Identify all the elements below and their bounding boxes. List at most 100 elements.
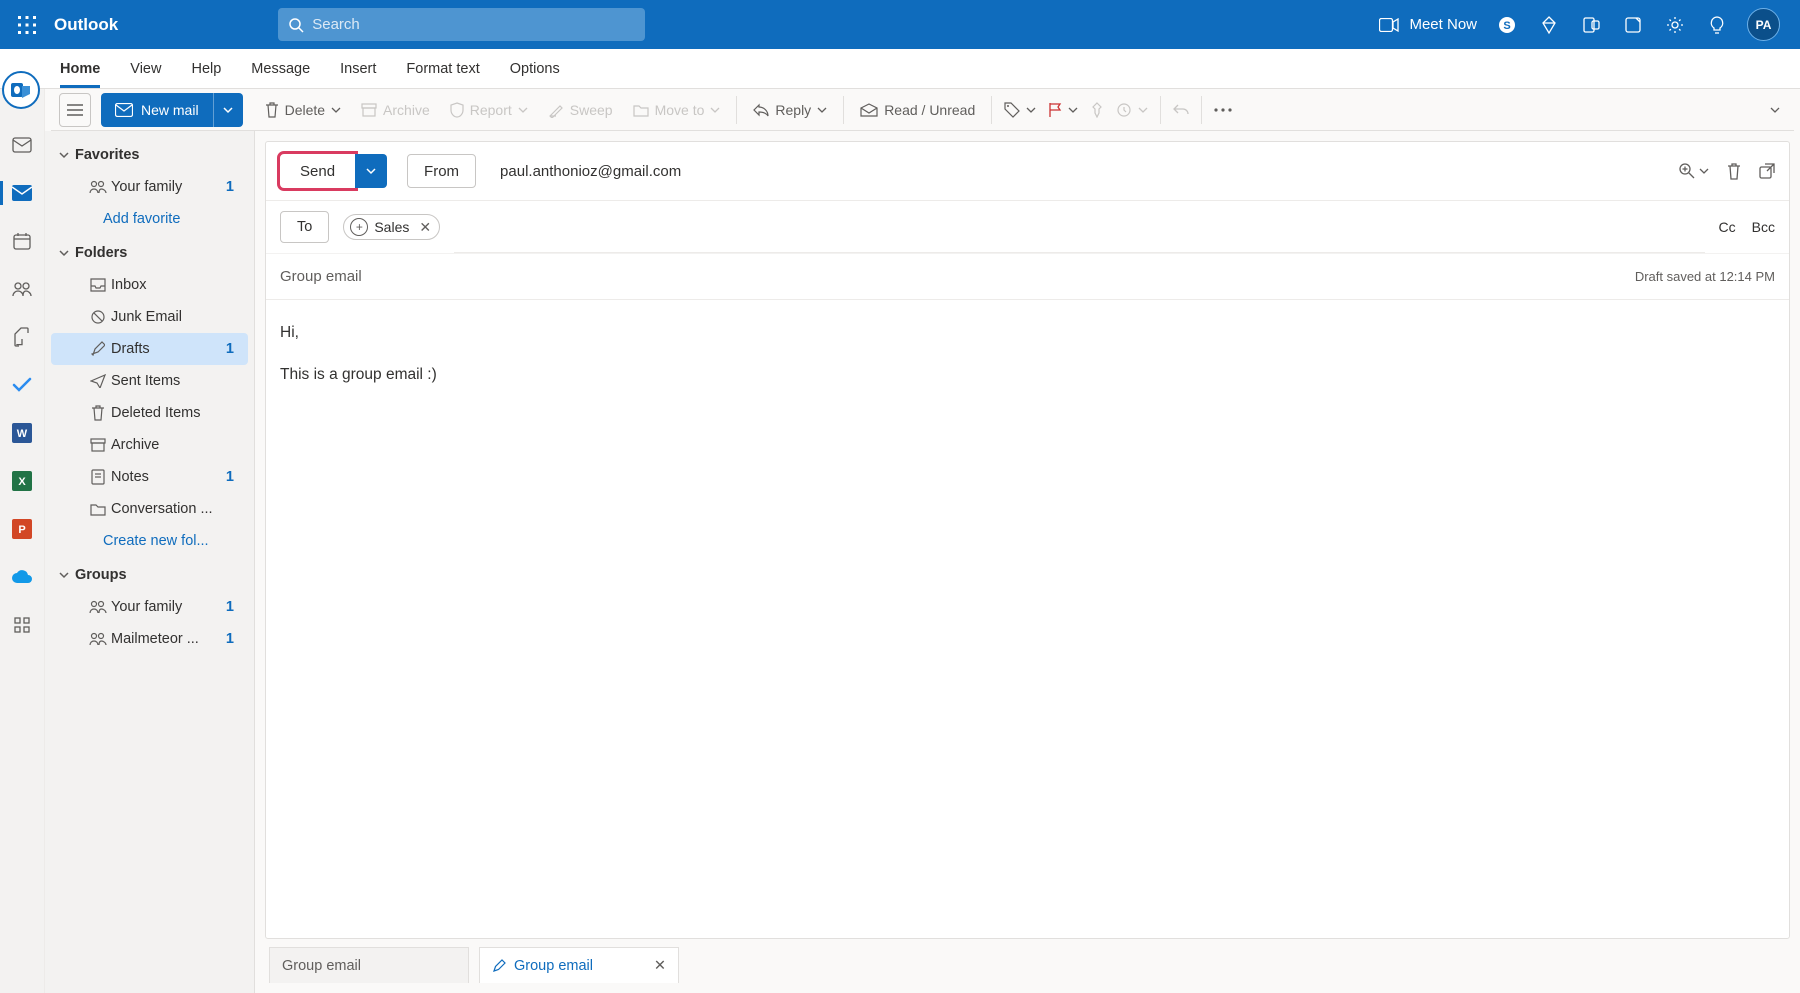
folder-archive[interactable]: Archive [51,429,248,461]
folders-header[interactable]: Folders [45,235,254,269]
content-column: New mail Delete Archive Report [45,89,1800,993]
recipient-chip-sales[interactable]: + Sales ✕ [343,214,440,240]
read-unread-button[interactable]: Read / Unread [850,96,985,124]
delete-button[interactable]: Delete [255,96,351,124]
send-button[interactable]: Send [280,154,355,188]
bottom-tab-2[interactable]: Group email ✕ [479,947,679,983]
send-dropdown[interactable] [355,154,387,188]
notes-icon [89,469,107,485]
expand-group-icon[interactable]: + [350,218,368,236]
tab-home[interactable]: Home [60,51,100,87]
cc-link[interactable]: Cc [1719,219,1736,235]
premium-icon[interactable] [1537,13,1561,37]
collapse-ribbon-icon[interactable] [1770,105,1780,115]
tab-view[interactable]: View [130,51,161,87]
app-launcher-icon[interactable] [10,8,44,42]
tips-icon[interactable] [1705,13,1729,37]
meet-now-button[interactable]: Meet Now [1379,16,1477,33]
drafts-icon [89,341,107,357]
tab-format-text[interactable]: Format text [406,51,479,87]
more-button[interactable] [1208,102,1238,118]
rail-excel-icon[interactable]: X [0,461,45,501]
tab-help[interactable]: Help [191,51,221,87]
favorites-header[interactable]: Favorites [45,137,254,171]
tab-insert[interactable]: Insert [340,51,376,87]
sweep-icon [548,102,564,118]
folder-conversation[interactable]: Conversation ... [51,493,248,525]
report-button[interactable]: Report [440,96,538,124]
rail-files-icon[interactable] [0,317,45,357]
bottom-tab-1[interactable]: Group email [269,947,469,983]
popout-button[interactable] [1759,163,1775,179]
new-mail-button[interactable]: New mail [101,93,213,127]
draft-saved-label: Draft saved at 12:14 PM [1635,269,1775,284]
avatar[interactable]: PA [1747,8,1780,41]
rail-people-icon[interactable] [0,269,45,309]
favorite-item-your-family[interactable]: Your family 1 [51,171,248,203]
discard-button[interactable] [1727,163,1741,180]
undo-button[interactable] [1167,97,1195,123]
settings-icon[interactable] [1663,13,1687,37]
tag-icon [1004,102,1020,118]
chevron-down-icon [1026,105,1036,115]
folder-notes[interactable]: Notes 1 [51,461,248,493]
tab-options[interactable]: Options [510,51,560,87]
brand-label: Outlook [54,15,118,35]
tab-message[interactable]: Message [251,51,310,87]
move-to-button[interactable]: Move to [623,96,731,124]
archive-button[interactable]: Archive [351,96,440,124]
create-new-folder-link[interactable]: Create new fol... [45,525,254,557]
search-input[interactable] [312,16,635,33]
tag-button[interactable] [998,96,1042,124]
hamburger-button[interactable] [59,93,91,127]
left-rail: W X P [0,89,45,993]
to-button[interactable]: To [280,211,329,243]
svg-text:W: W [17,428,28,440]
search-icon [288,17,304,33]
notes-icon[interactable] [1621,13,1645,37]
body-line-1: Hi, [280,320,1775,346]
main-area: W X P New mail [0,89,1800,993]
reply-button[interactable]: Reply [743,96,837,124]
cc-bcc-links: Cc Bcc [1719,219,1775,235]
rail-calendar-icon[interactable] [0,221,45,261]
sweep-button[interactable]: Sweep [538,96,623,124]
compose-header-actions [1678,162,1775,180]
group-mailmeteor[interactable]: Mailmeteor ... 1 [51,623,248,655]
bcc-link[interactable]: Bcc [1752,219,1775,235]
folder-drafts[interactable]: Drafts 1 [51,333,248,365]
zoom-button[interactable] [1678,162,1709,180]
from-button[interactable]: From [407,154,476,188]
people-icon [89,632,107,646]
to-row: To + Sales ✕ Cc Bcc [266,201,1789,254]
rail-more-apps-icon[interactable] [0,605,45,645]
new-mail-dropdown[interactable] [213,93,243,127]
folder-deleted[interactable]: Deleted Items [51,397,248,429]
rail-mail-icon[interactable] [0,173,45,213]
mail-icon [115,103,133,117]
rail-onedrive-icon[interactable] [0,557,45,597]
rail-powerpoint-icon[interactable]: P [0,509,45,549]
folder-sent[interactable]: Sent Items [51,365,248,397]
rail-mail-icon-outline[interactable] [0,125,45,165]
pin-button[interactable] [1084,96,1110,124]
remove-chip-button[interactable]: ✕ [419,219,431,236]
outlook-badge-icon[interactable] [2,71,40,109]
snooze-button[interactable] [1110,96,1154,124]
search-box[interactable] [278,8,645,41]
shield-icon [450,102,464,118]
flag-button[interactable] [1042,96,1084,124]
people-icon [89,180,107,194]
teams-icon[interactable] [1579,13,1603,37]
folder-inbox[interactable]: Inbox [51,269,248,301]
email-body[interactable]: Hi, This is a group email :) [266,300,1789,938]
groups-header[interactable]: Groups [45,557,254,591]
group-your-family[interactable]: Your family 1 [51,591,248,623]
add-favorite-link[interactable]: Add favorite [45,203,254,235]
folder-junk[interactable]: Junk Email [51,301,248,333]
close-tab-button[interactable]: ✕ [654,958,666,974]
rail-word-icon[interactable]: W [0,413,45,453]
subject-row[interactable]: Group email Draft saved at 12:14 PM [266,254,1789,300]
rail-todo-icon[interactable] [0,365,45,405]
skype-icon[interactable]: S [1495,13,1519,37]
